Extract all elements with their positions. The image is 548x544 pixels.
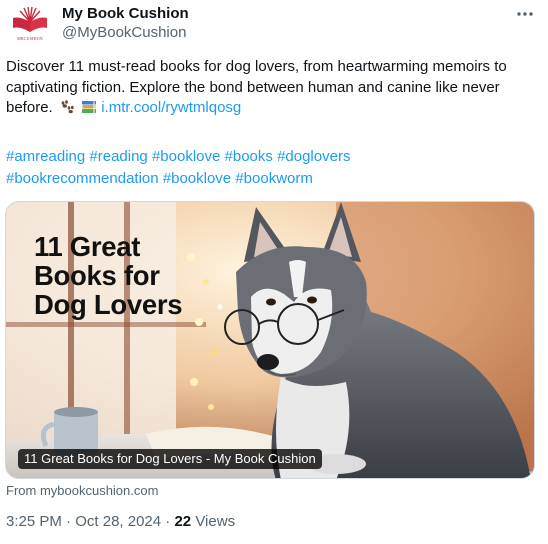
views-count[interactable]: 22 — [174, 513, 191, 530]
hashtag-list: #amreading #reading #booklove #books #do… — [6, 146, 536, 190]
card-headline-line: Dog Lovers — [34, 289, 183, 320]
more-dots-icon — [517, 12, 533, 16]
timestamp-time[interactable]: 3:25 PM — [6, 513, 62, 530]
card-headline: 11 Great Books for Dog Lovers — [34, 231, 183, 320]
link-card[interactable]: 11 Great Books for Dog Lovers 11 Great B… — [5, 201, 535, 479]
books-icon — [81, 99, 97, 122]
book-logo-icon — [13, 6, 47, 32]
card-source[interactable]: From mybookcushion.com — [6, 483, 158, 498]
avatar[interactable]: MBCUSHION — [6, 6, 54, 48]
hashtag[interactable]: #bookworm — [235, 170, 313, 187]
tweet-link[interactable]: i.mtr.cool/rywtmlqosg — [101, 99, 241, 116]
more-options-button[interactable] — [514, 4, 536, 24]
tweet-text: Discover 11 must-read books for dog love… — [6, 57, 536, 122]
avatar-text: MBCUSHION — [17, 36, 43, 41]
hashtag[interactable]: #booklove — [152, 148, 220, 165]
meta-separator: · — [165, 513, 171, 530]
paw-prints-icon — [59, 99, 75, 122]
hashtag[interactable]: #amreading — [6, 148, 85, 165]
hashtag[interactable]: #bookrecommendation — [6, 170, 159, 187]
user-handle[interactable]: @MyBookCushion — [62, 24, 186, 41]
hashtag[interactable]: #booklove — [163, 170, 231, 187]
card-headline-line: 11 Great — [34, 231, 141, 262]
hashtag[interactable]: #books — [225, 148, 273, 165]
views-label: Views — [195, 513, 236, 530]
timestamp-date[interactable]: Oct 28, 2024 — [75, 513, 161, 530]
hashtag[interactable]: #doglovers — [277, 148, 350, 165]
hashtag[interactable]: #reading — [89, 148, 147, 165]
display-name[interactable]: My Book Cushion — [62, 5, 189, 22]
card-title-label: 11 Great Books for Dog Lovers - My Book … — [18, 449, 322, 469]
card-headline-line: Books for — [34, 260, 160, 291]
meta-separator: · — [66, 513, 72, 530]
tweet[interactable]: MBCUSHION My Book Cushion @MyBookCushion… — [0, 0, 548, 544]
tweet-meta: 3:25 PM · Oct 28, 2024 · 22 Views — [6, 513, 235, 530]
